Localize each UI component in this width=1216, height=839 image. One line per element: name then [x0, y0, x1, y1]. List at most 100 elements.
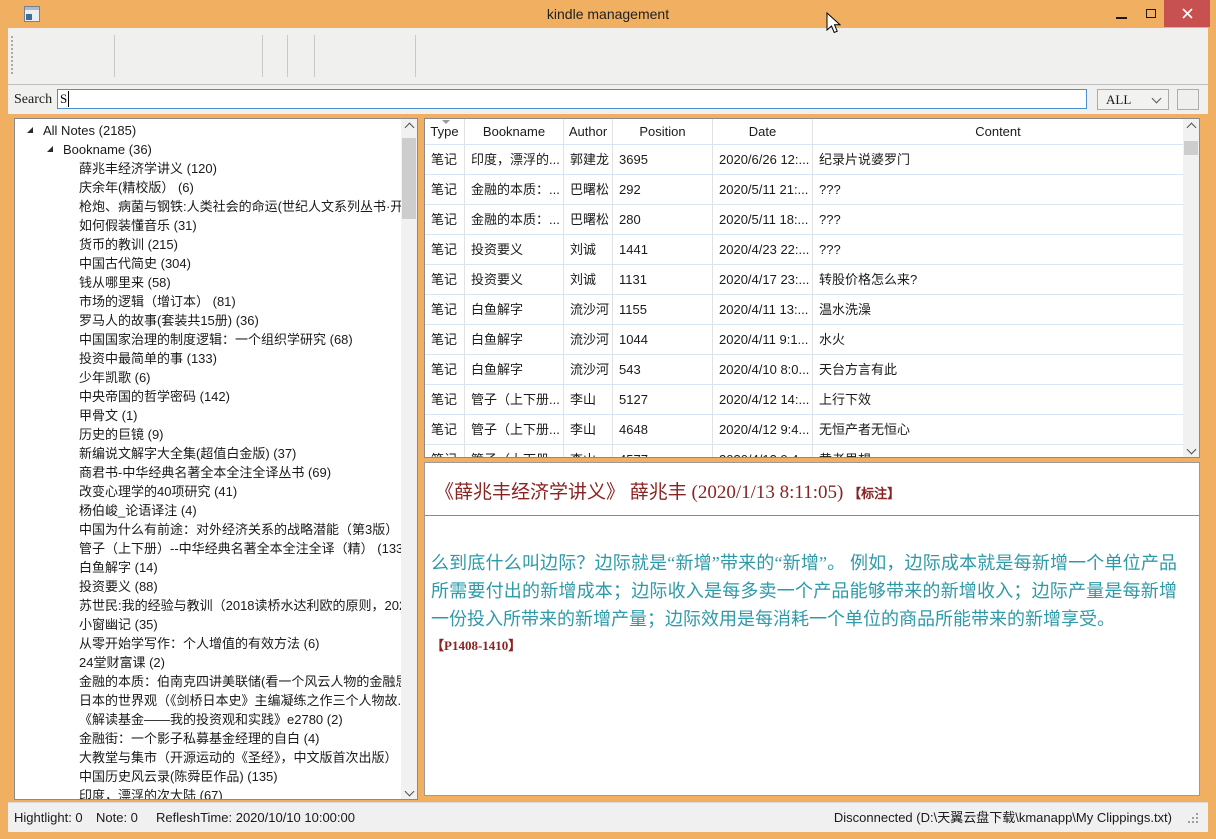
table-cell-date: 2020/4/10 8:0...	[713, 355, 813, 384]
tree-item-book[interactable]: 钱从哪里来 (58)	[15, 273, 401, 292]
tree-item-book[interactable]: 改变心理学的40项研究 (41)	[15, 482, 401, 501]
tree-item-book[interactable]: 薛兆丰经济学讲义 (120)	[15, 159, 401, 178]
table-row[interactable]: 笔记金融的本质：...巴曙松2802020/5/11 18:...???	[425, 205, 1183, 235]
table-row[interactable]: 笔记白鱼解字流沙河11552020/4/11 13:...温水洗澡	[425, 295, 1183, 325]
column-header-position[interactable]: Position	[613, 119, 713, 144]
tree-item-bookname-group[interactable]: Bookname (36)	[15, 140, 401, 159]
table-scrollbar[interactable]	[1183, 119, 1199, 457]
tree-item-book[interactable]: 从零开始学写作：个人增值的有效方法 (6)	[15, 634, 401, 653]
table-cell-bookname: 印度，漂浮的...	[465, 145, 564, 174]
filter-dropdown[interactable]: ALL	[1097, 89, 1169, 110]
table-row[interactable]: 笔记白鱼解字流沙河10442020/4/11 9:1...水火	[425, 325, 1183, 355]
close-button[interactable]	[1164, 0, 1210, 27]
tree-item-book[interactable]: 中国古代简史 (304)	[15, 254, 401, 273]
table-cell-position: 1044	[613, 325, 713, 354]
status-bar: Hightlight: 0 Note: 0 RefleshTime: 2020/…	[8, 802, 1208, 832]
table-row[interactable]: 笔记管子（上下册...李山46482020/4/12 9:4...无恒产者无恒心	[425, 415, 1183, 445]
text-caret	[68, 91, 69, 107]
tree-item-book[interactable]: 印度，漂浮的次大陆 (67)	[15, 786, 401, 799]
table-cell-bookname: 管子（上下册...	[465, 385, 564, 414]
tree-item-book[interactable]: 货币的教训 (215)	[15, 235, 401, 254]
table-row[interactable]: 笔记投资要义刘诚11312020/4/17 23:...转股价格怎么来?	[425, 265, 1183, 295]
tree-item-book[interactable]: 如何假装懂音乐 (31)	[15, 216, 401, 235]
scroll-up-button[interactable]	[401, 119, 417, 135]
tree-item-book[interactable]: 中国国家治理的制度逻辑：一个组织学研究 (68)	[15, 330, 401, 349]
tree-item-label: 小窗幽记 (35)	[15, 615, 158, 634]
scroll-thumb[interactable]	[1184, 141, 1198, 155]
tree-item-label: 中央帝国的哲学密码 (142)	[15, 387, 230, 406]
table-row[interactable]: 笔记管子（上下册...李山51272020/4/12 14:...上行下效	[425, 385, 1183, 415]
tree-item-book[interactable]: 苏世民:我的经验与教训（2018读桥水达利欧的原则，202...	[15, 596, 401, 615]
scroll-down-button[interactable]	[401, 783, 417, 799]
tree-expand-icon[interactable]	[47, 146, 53, 152]
tree-item-book[interactable]: 庆余年(精校版） (6)	[15, 178, 401, 197]
tree-item-book[interactable]: 枪炮、病菌与钢铁:人类社会的命运(世纪人文系列丛书·开...	[15, 197, 401, 216]
table-cell-bookname: 投资要义	[465, 265, 564, 294]
tree-scrollbar[interactable]	[401, 119, 417, 799]
scroll-down-button[interactable]	[1183, 441, 1199, 457]
column-header-date[interactable]: Date	[713, 119, 813, 144]
chevron-down-icon	[404, 786, 414, 796]
tree-item-book[interactable]: 中国历史风云录(陈舜臣作品) (135)	[15, 767, 401, 786]
tree-item-book[interactable]: 《解读基金——我的投资观和实践》e2780 (2)	[15, 710, 401, 729]
tree-item-book[interactable]: 日本的世界观（《剑桥日本史》主编凝练之作三个人物故...	[15, 691, 401, 710]
tree-item-book[interactable]: 管子（上下册）--中华经典名著全本全注全译（精） (133)	[15, 539, 401, 558]
table-row[interactable]: 笔记投资要义刘诚14412020/4/23 22:...???	[425, 235, 1183, 265]
tree-item-book[interactable]: 新编说文解字大全集(超值白金版) (37)	[15, 444, 401, 463]
tree-item-book[interactable]: 白鱼解字 (14)	[15, 558, 401, 577]
table-cell-content: 水火	[813, 325, 1183, 354]
search-input[interactable]	[57, 89, 1087, 109]
table-cell-position: 4648	[613, 415, 713, 444]
note-detail-panel: 《薛兆丰经济学讲义》 薛兆丰 (2020/1/13 8:11:05) 【标注】 …	[424, 462, 1200, 796]
table-cell-position: 1441	[613, 235, 713, 264]
tree-item-label: 中国古代简史 (304)	[15, 254, 191, 273]
minimize-button[interactable]	[1106, 0, 1136, 27]
table-cell-type: 笔记	[425, 265, 465, 294]
status-note-count: Note: 0	[96, 803, 138, 833]
tree-expand-icon[interactable]	[27, 127, 33, 133]
scroll-thumb[interactable]	[402, 138, 416, 219]
tree-item-book[interactable]: 市场的逻辑（增订本） (81)	[15, 292, 401, 311]
column-header-type[interactable]: Type	[425, 119, 465, 144]
tree-item-book[interactable]: 商君书-中华经典名著全本全注全译丛书 (69)	[15, 463, 401, 482]
tree-item-book[interactable]: 罗马人的故事(套装共15册) (36)	[15, 311, 401, 330]
table-cell-date: 2020/5/11 18:...	[713, 205, 813, 234]
column-header-content[interactable]: Content	[813, 119, 1183, 144]
column-header-bookname[interactable]: Bookname	[465, 119, 564, 144]
tree-item-label: 枪炮、病菌与钢铁:人类社会的命运(世纪人文系列丛书·开...	[15, 197, 401, 216]
tree-item-book[interactable]: 甲骨文 (1)	[15, 406, 401, 425]
toolbar-separator	[314, 35, 315, 77]
tree-item-book[interactable]: 大教堂与集市（开源运动的《圣经》，中文版首次出版） ...	[15, 748, 401, 767]
tree-item-label: 罗马人的故事(套装共15册) (36)	[15, 311, 259, 330]
tree-item-label: 货币的教训 (215)	[15, 235, 178, 254]
tree-item-book[interactable]: 杨伯峻_论语译注 (4)	[15, 501, 401, 520]
tree-item-label: 日本的世界观（《剑桥日本史》主编凝练之作三个人物故...	[15, 691, 401, 710]
table-cell-content: 黄老思想	[813, 445, 1183, 457]
scroll-up-button[interactable]	[1183, 119, 1199, 135]
table-cell-position: 1155	[613, 295, 713, 324]
tree-item-book[interactable]: 金融的本质：伯南克四讲美联储(看一个风云人物的金融思...	[15, 672, 401, 691]
tree-item-book[interactable]: 小窗幽记 (35)	[15, 615, 401, 634]
tree-item-book[interactable]: 24堂财富课 (2)	[15, 653, 401, 672]
resize-grip[interactable]	[1188, 813, 1200, 825]
toolbar-separator	[262, 35, 263, 77]
tree-item-all-notes[interactable]: All Notes (2185)	[15, 121, 401, 140]
tree-item-book[interactable]: 金融街：一个影子私募基金经理的自白 (4)	[15, 729, 401, 748]
search-extra-button[interactable]	[1177, 89, 1199, 110]
tree-item-book[interactable]: 投资中最简单的事 (133)	[15, 349, 401, 368]
maximize-button[interactable]	[1136, 0, 1166, 27]
table-row[interactable]: 笔记白鱼解字流沙河5432020/4/10 8:0...天台方言有此	[425, 355, 1183, 385]
table-row[interactable]: 笔记管子（上下册...李山45772020/4/12 9:4...黄老思想	[425, 445, 1183, 457]
tree-item-book[interactable]: 少年凯歌 (6)	[15, 368, 401, 387]
status-connection: Disconnected (D:\天翼云盘下载\kmanapp\My Clipp…	[834, 803, 1172, 833]
tree-item-book[interactable]: 中央帝国的哲学密码 (142)	[15, 387, 401, 406]
title-bar[interactable]: kindle management	[0, 0, 1216, 28]
table-row[interactable]: 笔记金融的本质：...巴曙松2922020/5/11 21:...???	[425, 175, 1183, 205]
column-header-author[interactable]: Author	[564, 119, 613, 144]
toolbar-grip-handle[interactable]	[11, 36, 13, 76]
table-row[interactable]: 笔记印度，漂浮的...郭建龙36952020/6/26 12:...纪录片说婆罗…	[425, 145, 1183, 175]
table-cell-content: 温水洗澡	[813, 295, 1183, 324]
tree-item-book[interactable]: 中国为什么有前途：对外经济关系的战略潜能（第3版） (...	[15, 520, 401, 539]
tree-item-book[interactable]: 投资要义 (88)	[15, 577, 401, 596]
tree-item-book[interactable]: 历史的巨镜 (9)	[15, 425, 401, 444]
